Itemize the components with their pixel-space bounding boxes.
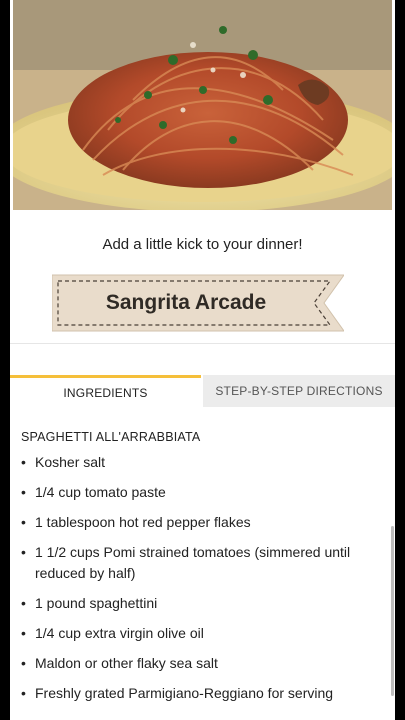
dish-photo — [13, 0, 392, 210]
recipe-brand-title: Sangrita Arcade — [105, 291, 267, 314]
title-banner: Sangrita Arcade — [52, 273, 344, 333]
ingredient-text: Maldon or other flaky sea salt — [35, 655, 218, 671]
ingredient-text: 1 1/2 cups Pomi strained tomatoes (simme… — [35, 544, 351, 581]
bullet: • — [21, 655, 26, 671]
recipe-title: SPAGHETTI ALL'ARRABBIATA — [21, 430, 201, 444]
ingredient-text: Kosher salt — [35, 454, 106, 470]
scrollbar[interactable] — [391, 526, 394, 696]
recipe-tabs: INGREDIENTS STEP-BY-STEP DIRECTIONS — [10, 375, 395, 407]
bullet: • — [21, 514, 26, 530]
tab-ingredients[interactable]: INGREDIENTS — [10, 375, 201, 407]
bullet: • — [21, 544, 26, 560]
spaghetti-image — [13, 0, 392, 210]
section-divider — [10, 343, 395, 344]
ingredient-text: 1/4 cup tomato paste — [35, 484, 166, 500]
bullet: • — [21, 454, 26, 470]
ingredient-text: 1/4 cup extra virgin olive oil — [35, 625, 204, 641]
bullet: • — [21, 625, 26, 641]
bullet: • — [21, 484, 26, 500]
ingredient-text: 1 pound spaghettini — [35, 595, 158, 611]
bullet: • — [21, 685, 26, 701]
ingredient-text: Freshly grated Parmigiano-Reggiano for s… — [35, 685, 334, 701]
app-screen: Add a little kick to your dinner! Sangri… — [10, 0, 395, 720]
tab-step-by-step-directions[interactable]: STEP-BY-STEP DIRECTIONS — [203, 375, 395, 407]
bullet: • — [21, 595, 26, 611]
ingredient-text: 1 tablespoon hot red pepper flakes — [35, 514, 251, 530]
tagline: Add a little kick to your dinner! — [102, 236, 303, 253]
